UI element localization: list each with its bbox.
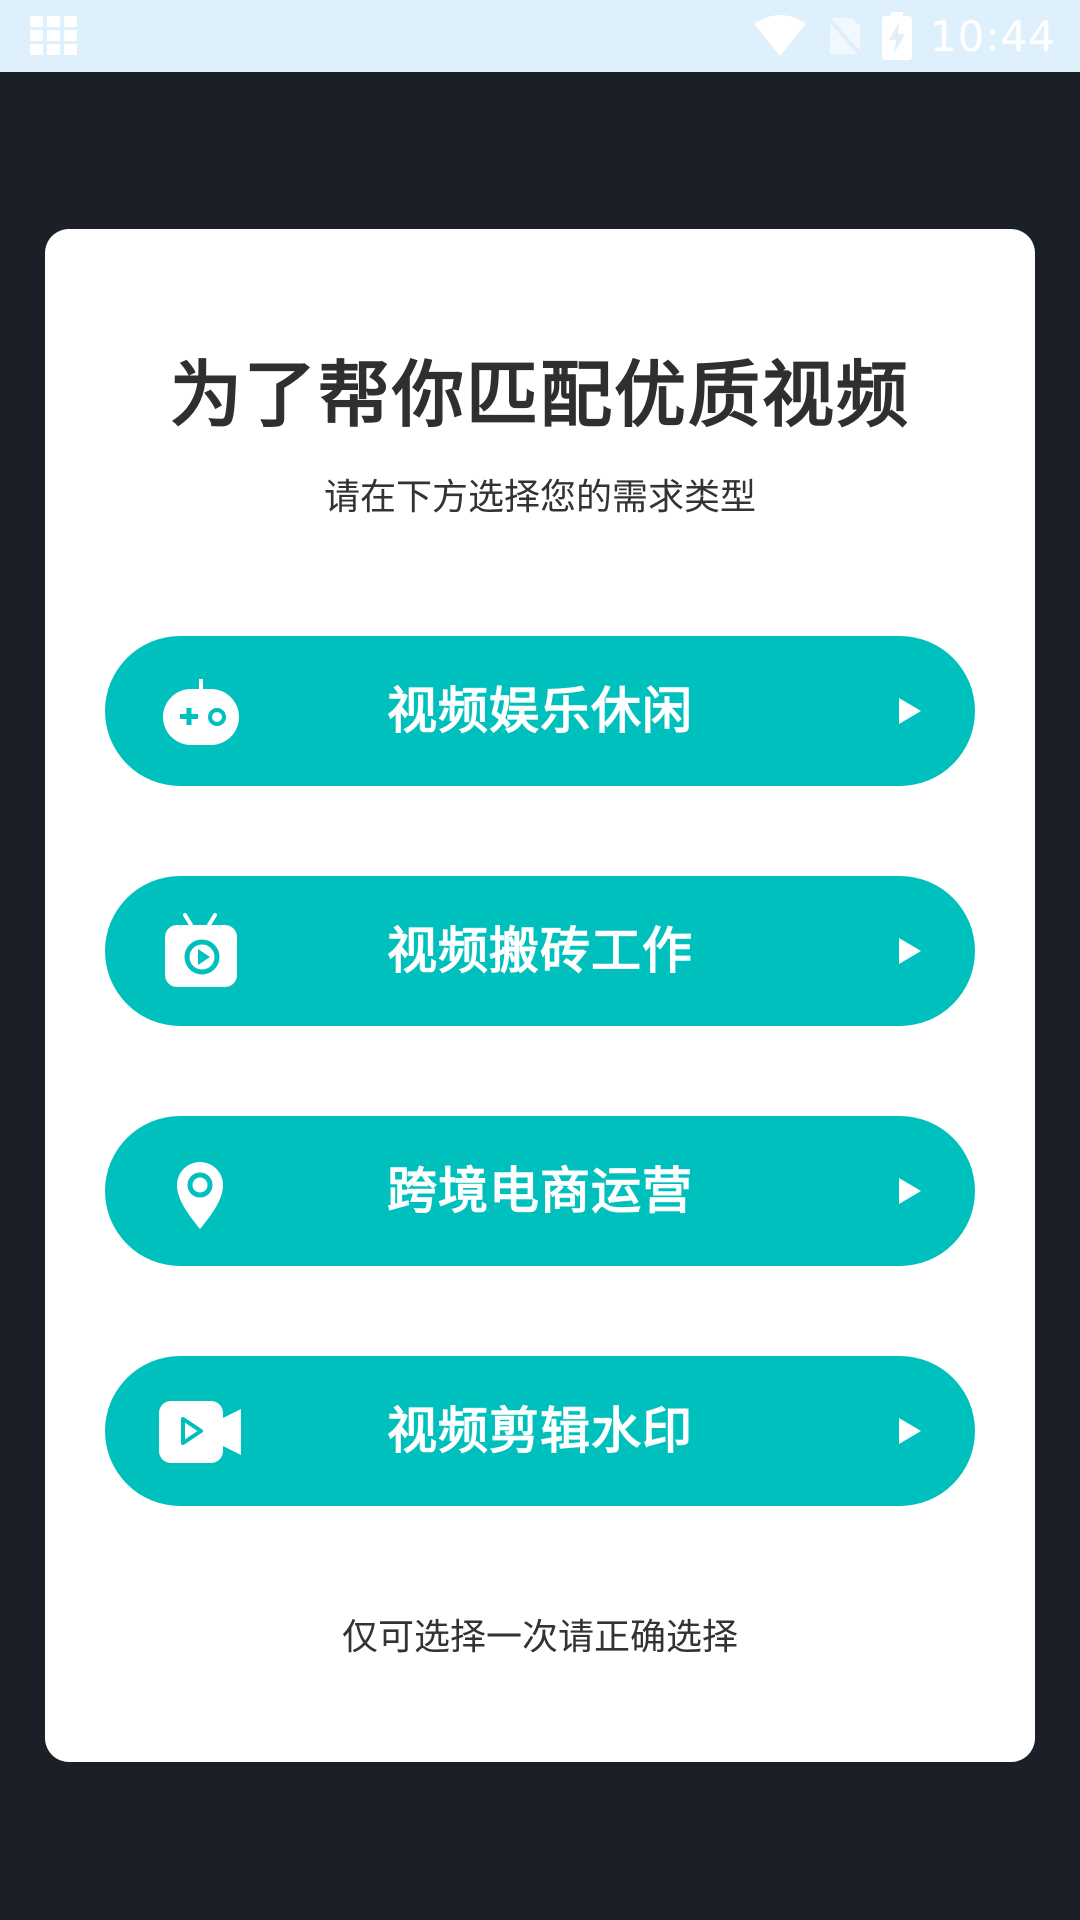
dialog-footnote: 仅可选择一次请正确选择 (341, 1617, 738, 1658)
option-label: 视频搬砖工作 (387, 922, 693, 980)
play-arrow-icon (899, 938, 921, 964)
play-arrow-icon (899, 1418, 921, 1444)
status-time: 10:44 (929, 11, 1056, 61)
option-ecommerce-button[interactable]: 跨境电商运营 (105, 1116, 975, 1266)
option-entertainment-button[interactable]: 视频娱乐休闲 (105, 636, 975, 786)
status-icons: 10:44 (753, 0, 1056, 72)
option-video-edit-button[interactable]: 视频剪辑水印 (105, 1356, 975, 1506)
battery-charging-icon (881, 12, 912, 60)
option-label: 视频剪辑水印 (387, 1402, 693, 1460)
option-work-button[interactable]: 视频搬砖工作 (105, 876, 975, 1026)
no-sim-icon (824, 14, 864, 58)
app-grid-icon (30, 16, 77, 55)
play-arrow-icon (899, 698, 921, 724)
status-bar: 10:44 (0, 0, 1080, 72)
option-label: 视频娱乐休闲 (387, 682, 693, 740)
play-arrow-icon (899, 1178, 921, 1204)
option-label: 跨境电商运营 (387, 1162, 693, 1220)
dialog-subtitle: 请在下方选择您的需求类型 (323, 477, 756, 518)
dialog-title: 为了帮你匹配优质视频 (169, 353, 910, 437)
wifi-icon (753, 15, 806, 56)
